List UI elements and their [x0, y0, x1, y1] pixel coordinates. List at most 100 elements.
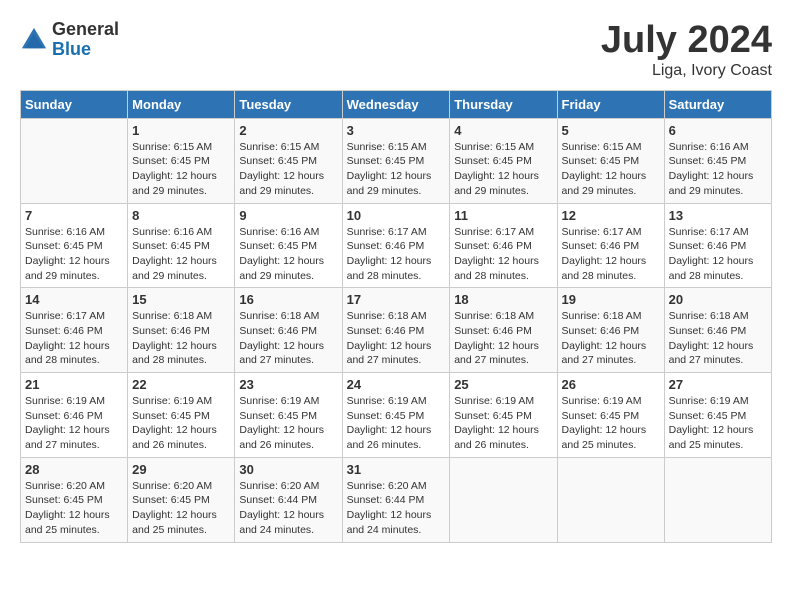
calendar-day-cell: 2 Sunrise: 6:15 AM Sunset: 6:45 PM Daylig…	[235, 118, 342, 203]
calendar-week-row: 7 Sunrise: 6:16 AM Sunset: 6:45 PM Daylig…	[21, 203, 772, 288]
calendar-week-row: 21 Sunrise: 6:19 AM Sunset: 6:46 PM Dayli…	[21, 373, 772, 458]
day-number: 12	[562, 208, 660, 223]
calendar-day-cell: 16Sunrise: 6:18 AM Sunset: 6:46 PM Dayli…	[235, 288, 342, 373]
day-number: 14	[25, 292, 123, 307]
day-number: 2	[239, 123, 337, 138]
day-info: Sunrise: 6:16 AM Sunset: 6:45 PM Dayligh…	[239, 225, 337, 284]
day-info: Sunrise: 6:17 AM Sunset: 6:46 PM Dayligh…	[454, 225, 552, 284]
day-info: Sunrise: 6:20 AM Sunset: 6:45 PM Dayligh…	[132, 479, 230, 538]
day-info: Sunrise: 6:17 AM Sunset: 6:46 PM Dayligh…	[669, 225, 767, 284]
day-info: Sunrise: 6:19 AM Sunset: 6:45 PM Dayligh…	[669, 394, 767, 453]
calendar-day-cell: 25Sunrise: 6:19 AM Sunset: 6:45 PM Dayli…	[450, 373, 557, 458]
day-number: 20	[669, 292, 767, 307]
calendar-day-cell: 19 Sunrise: 6:18 AM Sunset: 6:46 PM Dayli…	[557, 288, 664, 373]
title-area: July 2024 Liga, Ivory Coast	[601, 20, 772, 80]
calendar-day-cell: 5 Sunrise: 6:15 AM Sunset: 6:45 PM Daylig…	[557, 118, 664, 203]
day-number: 26	[562, 377, 660, 392]
calendar-week-row: 14 Sunrise: 6:17 AM Sunset: 6:46 PM Dayli…	[21, 288, 772, 373]
calendar-day-cell: 24 Sunrise: 6:19 AM Sunset: 6:45 PM Dayli…	[342, 373, 450, 458]
calendar-day-cell: 14 Sunrise: 6:17 AM Sunset: 6:46 PM Dayli…	[21, 288, 128, 373]
calendar-day-cell: 28 Sunrise: 6:20 AM Sunset: 6:45 PM Dayli…	[21, 457, 128, 542]
day-info: Sunrise: 6:17 AM Sunset: 6:46 PM Dayligh…	[25, 309, 123, 368]
calendar-day-cell	[557, 457, 664, 542]
day-info: Sunrise: 6:15 AM Sunset: 6:45 PM Dayligh…	[562, 140, 660, 199]
day-number: 8	[132, 208, 230, 223]
calendar-week-row: 1 Sunrise: 6:15 AM Sunset: 6:45 PM Daylig…	[21, 118, 772, 203]
day-number: 18	[454, 292, 552, 307]
day-number: 5	[562, 123, 660, 138]
calendar-day-cell: 27 Sunrise: 6:19 AM Sunset: 6:45 PM Dayli…	[664, 373, 771, 458]
month-title: July 2024	[601, 20, 772, 62]
page-header: General Blue July 2024 Liga, Ivory Coast	[20, 20, 772, 80]
calendar-day-cell: 6 Sunrise: 6:16 AM Sunset: 6:45 PM Daylig…	[664, 118, 771, 203]
calendar-day-cell: 1 Sunrise: 6:15 AM Sunset: 6:45 PM Daylig…	[128, 118, 235, 203]
day-info: Sunrise: 6:15 AM Sunset: 6:45 PM Dayligh…	[132, 140, 230, 199]
day-number: 6	[669, 123, 767, 138]
weekday-header-thursday: Thursday	[450, 90, 557, 118]
calendar-day-cell: 21 Sunrise: 6:19 AM Sunset: 6:46 PM Dayli…	[21, 373, 128, 458]
calendar-day-cell: 29Sunrise: 6:20 AM Sunset: 6:45 PM Dayli…	[128, 457, 235, 542]
calendar-day-cell: 20Sunrise: 6:18 AM Sunset: 6:46 PM Dayli…	[664, 288, 771, 373]
weekday-header-tuesday: Tuesday	[235, 90, 342, 118]
day-number: 19	[562, 292, 660, 307]
calendar-day-cell: 31Sunrise: 6:20 AM Sunset: 6:44 PM Dayli…	[342, 457, 450, 542]
day-info: Sunrise: 6:19 AM Sunset: 6:45 PM Dayligh…	[347, 394, 446, 453]
calendar-day-cell: 9 Sunrise: 6:16 AM Sunset: 6:45 PM Daylig…	[235, 203, 342, 288]
day-info: Sunrise: 6:18 AM Sunset: 6:46 PM Dayligh…	[454, 309, 552, 368]
day-info: Sunrise: 6:20 AM Sunset: 6:44 PM Dayligh…	[239, 479, 337, 538]
day-info: Sunrise: 6:17 AM Sunset: 6:46 PM Dayligh…	[562, 225, 660, 284]
day-number: 31	[347, 462, 446, 477]
calendar-day-cell: 4 Sunrise: 6:15 AM Sunset: 6:45 PM Daylig…	[450, 118, 557, 203]
day-info: Sunrise: 6:15 AM Sunset: 6:45 PM Dayligh…	[239, 140, 337, 199]
weekday-header-sunday: Sunday	[21, 90, 128, 118]
day-info: Sunrise: 6:18 AM Sunset: 6:46 PM Dayligh…	[132, 309, 230, 368]
calendar-day-cell: 30 Sunrise: 6:20 AM Sunset: 6:44 PM Dayli…	[235, 457, 342, 542]
day-info: Sunrise: 6:19 AM Sunset: 6:46 PM Dayligh…	[25, 394, 123, 453]
calendar-day-cell	[21, 118, 128, 203]
logo: General Blue	[20, 20, 119, 60]
calendar-day-cell: 13 Sunrise: 6:17 AM Sunset: 6:46 PM Dayli…	[664, 203, 771, 288]
day-number: 28	[25, 462, 123, 477]
day-info: Sunrise: 6:19 AM Sunset: 6:45 PM Dayligh…	[132, 394, 230, 453]
logo-general-text: General	[52, 20, 119, 40]
day-number: 7	[25, 208, 123, 223]
day-info: Sunrise: 6:17 AM Sunset: 6:46 PM Dayligh…	[347, 225, 446, 284]
calendar-day-cell: 15 Sunrise: 6:18 AM Sunset: 6:46 PM Dayli…	[128, 288, 235, 373]
day-info: Sunrise: 6:16 AM Sunset: 6:45 PM Dayligh…	[669, 140, 767, 199]
logo-text: General Blue	[52, 20, 119, 60]
calendar-day-cell: 26 Sunrise: 6:19 AM Sunset: 6:45 PM Dayli…	[557, 373, 664, 458]
day-number: 22	[132, 377, 230, 392]
calendar-day-cell: 18 Sunrise: 6:18 AM Sunset: 6:46 PM Dayli…	[450, 288, 557, 373]
day-number: 24	[347, 377, 446, 392]
calendar-day-cell	[664, 457, 771, 542]
day-info: Sunrise: 6:18 AM Sunset: 6:46 PM Dayligh…	[562, 309, 660, 368]
day-number: 16	[239, 292, 337, 307]
day-number: 27	[669, 377, 767, 392]
day-info: Sunrise: 6:19 AM Sunset: 6:45 PM Dayligh…	[454, 394, 552, 453]
day-number: 21	[25, 377, 123, 392]
day-info: Sunrise: 6:15 AM Sunset: 6:45 PM Dayligh…	[347, 140, 446, 199]
day-number: 17	[347, 292, 446, 307]
day-info: Sunrise: 6:16 AM Sunset: 6:45 PM Dayligh…	[25, 225, 123, 284]
calendar-week-row: 28 Sunrise: 6:20 AM Sunset: 6:45 PM Dayli…	[21, 457, 772, 542]
day-info: Sunrise: 6:15 AM Sunset: 6:45 PM Dayligh…	[454, 140, 552, 199]
day-number: 3	[347, 123, 446, 138]
day-number: 4	[454, 123, 552, 138]
calendar-day-cell: 7 Sunrise: 6:16 AM Sunset: 6:45 PM Daylig…	[21, 203, 128, 288]
day-info: Sunrise: 6:19 AM Sunset: 6:45 PM Dayligh…	[562, 394, 660, 453]
calendar-day-cell: 10Sunrise: 6:17 AM Sunset: 6:46 PM Dayli…	[342, 203, 450, 288]
day-number: 1	[132, 123, 230, 138]
calendar-day-cell: 3 Sunrise: 6:15 AM Sunset: 6:45 PM Daylig…	[342, 118, 450, 203]
calendar-day-cell	[450, 457, 557, 542]
day-number: 13	[669, 208, 767, 223]
day-number: 15	[132, 292, 230, 307]
day-info: Sunrise: 6:19 AM Sunset: 6:45 PM Dayligh…	[239, 394, 337, 453]
weekday-header-saturday: Saturday	[664, 90, 771, 118]
day-info: Sunrise: 6:20 AM Sunset: 6:45 PM Dayligh…	[25, 479, 123, 538]
weekday-header-wednesday: Wednesday	[342, 90, 450, 118]
calendar-day-cell: 22 Sunrise: 6:19 AM Sunset: 6:45 PM Dayli…	[128, 373, 235, 458]
calendar-day-cell: 12 Sunrise: 6:17 AM Sunset: 6:46 PM Dayli…	[557, 203, 664, 288]
day-number: 9	[239, 208, 337, 223]
day-number: 23	[239, 377, 337, 392]
day-number: 30	[239, 462, 337, 477]
